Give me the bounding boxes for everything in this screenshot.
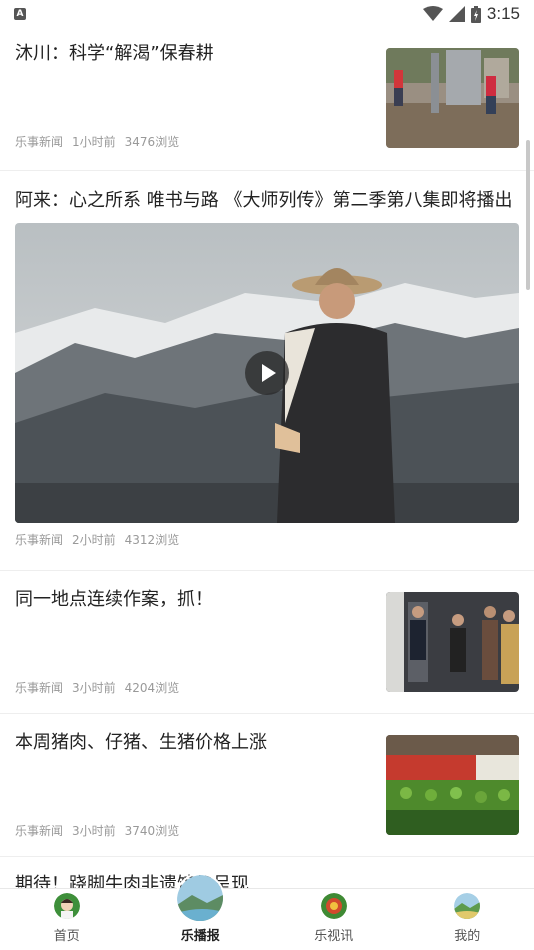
signal-icon (448, 6, 465, 22)
news-source: 乐事新闻 (15, 135, 64, 149)
news-time: 3小时前 (72, 824, 116, 838)
profile-icon (454, 893, 481, 919)
video-icon (320, 893, 347, 919)
battery-icon (470, 5, 481, 23)
news-thumbnail-vegetables[interactable] (386, 735, 519, 835)
nav-label-home: 首页 (53, 929, 80, 944)
nav-item-broadcast[interactable]: 乐播报 (134, 873, 268, 950)
news-title[interactable]: 本周猪肉、仔猪、生猪价格上涨 (15, 730, 267, 756)
status-bar: A 3:15 (0, 0, 534, 28)
news-item[interactable]: 沐川：科学“解渴”保春耕 乐事新闻 1小时前 3476浏览 (0, 28, 534, 171)
news-title[interactable]: 沐川：科学“解渴”保春耕 (15, 41, 214, 67)
news-views: 3740浏览 (124, 824, 180, 838)
play-button[interactable] (245, 351, 289, 395)
nav-label-broadcast: 乐播报 (180, 929, 220, 944)
news-time: 1小时前 (72, 135, 116, 149)
news-time: 3小时前 (72, 681, 116, 695)
news-title[interactable]: 阿来：心之所系 唯书与路 《大师列传》第二季第八集即将播出 (15, 188, 519, 214)
news-source: 乐事新闻 (15, 681, 64, 695)
news-views: 4204浏览 (124, 681, 180, 695)
nav-item-mine[interactable]: 我的 (401, 889, 534, 950)
news-meta: 乐事新闻 3小时前 3740浏览 (15, 822, 179, 839)
scrollbar[interactable] (526, 140, 530, 290)
video-cover[interactable] (15, 223, 519, 523)
news-time: 2小时前 (72, 533, 116, 547)
play-icon (262, 364, 276, 382)
news-thumbnail-police[interactable] (386, 592, 519, 692)
news-title[interactable]: 同一地点连续作案，抓！ (15, 587, 213, 613)
news-source: 乐事新闻 (15, 533, 64, 547)
news-meta: 乐事新闻 3小时前 4204浏览 (15, 679, 179, 696)
home-icon (53, 893, 80, 919)
nav-label-mine: 我的 (454, 929, 481, 944)
nav-label-video: 乐视讯 (314, 929, 354, 944)
news-item[interactable]: 同一地点连续作案，抓！ 乐事新闻 3小时前 4204浏览 (0, 571, 534, 714)
news-item-video[interactable]: 阿来：心之所系 唯书与路 《大师列传》第二季第八集即将播出 乐事新闻 2小时前 … (0, 171, 534, 571)
nav-item-home[interactable]: 首页 (0, 889, 134, 950)
status-time: 3:15 (486, 4, 520, 23)
nav-item-video[interactable]: 乐视讯 (267, 889, 401, 950)
news-meta: 乐事新闻 1小时前 3476浏览 (15, 133, 179, 150)
news-views: 4312浏览 (124, 533, 180, 547)
notification-a-icon: A (14, 8, 26, 20)
news-feed[interactable]: 沐川：科学“解渴”保春耕 乐事新闻 1小时前 3476浏览 阿来：心之所系 唯书… (0, 28, 534, 890)
news-item[interactable]: 本周猪肉、仔猪、生猪价格上涨 乐事新闻 3小时前 3740浏览 (0, 714, 534, 857)
broadcast-icon (175, 873, 226, 923)
news-views: 3476浏览 (124, 135, 180, 149)
news-source: 乐事新闻 (15, 824, 64, 838)
news-meta: 乐事新闻 2小时前 4312浏览 (15, 531, 179, 548)
news-item[interactable]: 期待！跷脚牛肉非遗馆将呈现 (0, 857, 534, 890)
bottom-nav: 首页 乐播报 乐视讯 我的 (0, 873, 534, 950)
wifi-icon (422, 6, 443, 21)
news-thumbnail-drilling[interactable] (386, 48, 519, 148)
